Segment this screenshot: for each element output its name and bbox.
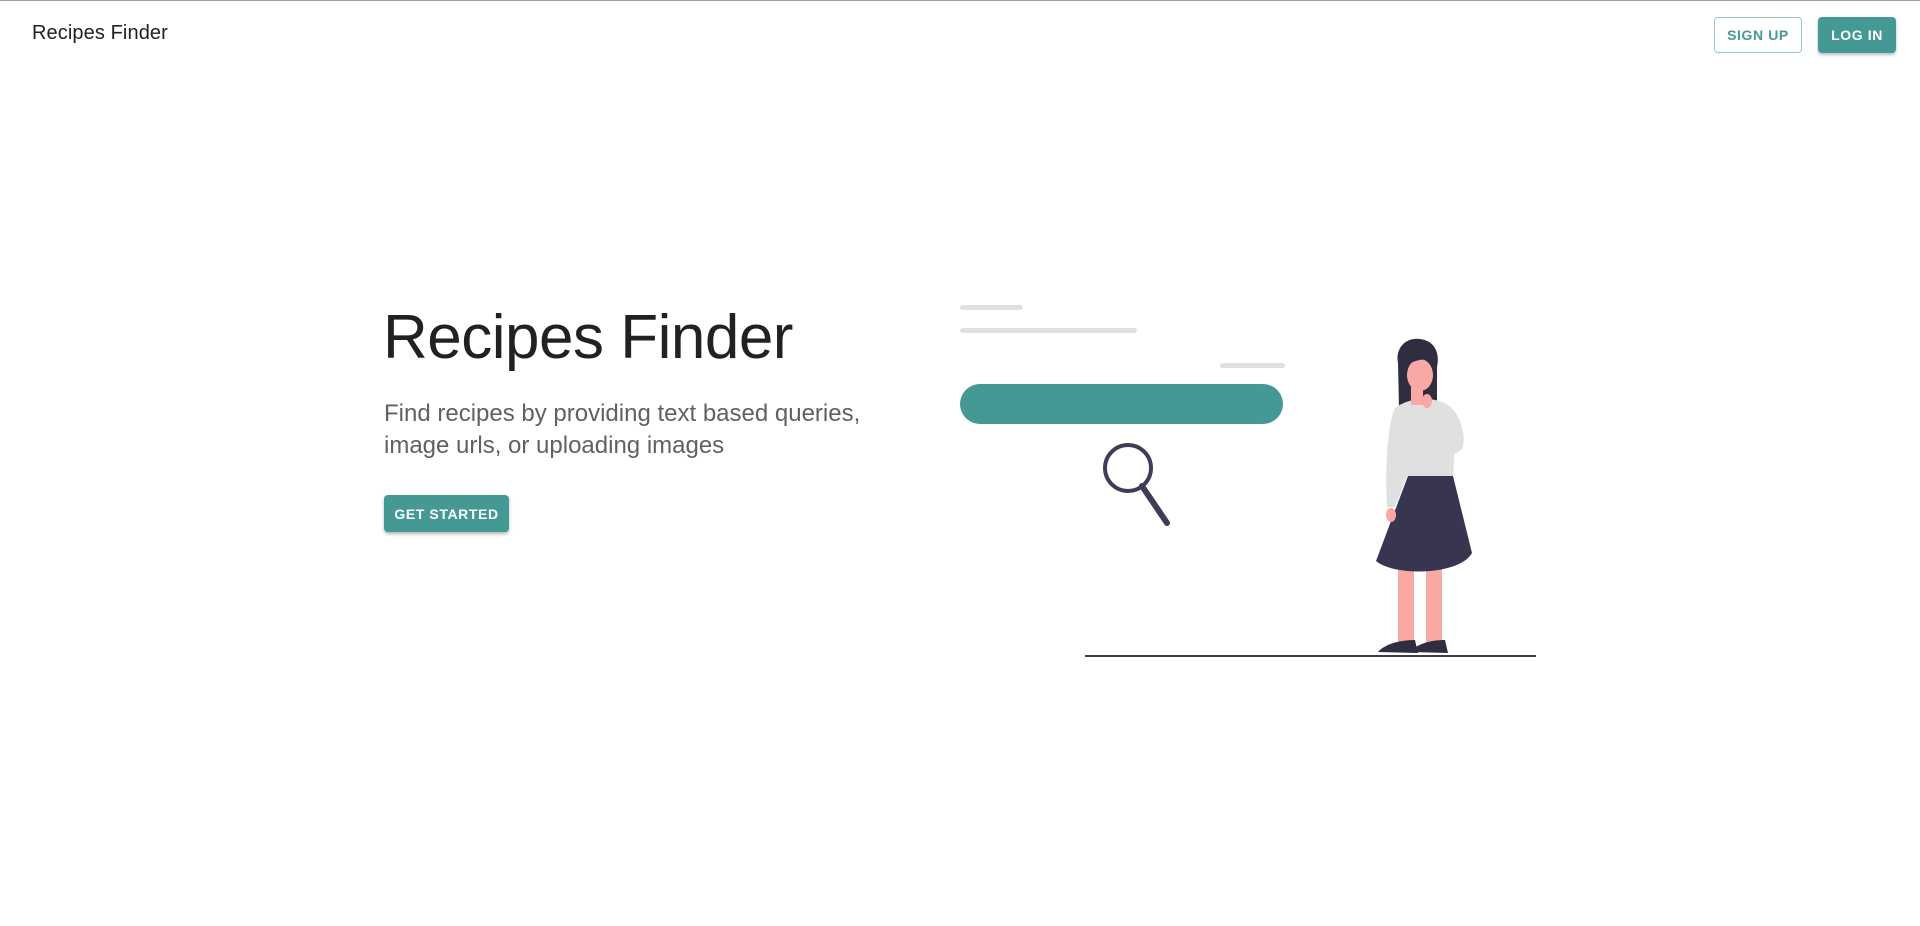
placeholder-line-long [960,328,1137,333]
placeholder-line-short [960,305,1023,310]
get-started-button[interactable]: GET STARTED [384,495,509,532]
hero-title: Recipes Finder [383,303,793,372]
log-in-button[interactable]: LOG IN [1818,17,1896,53]
magnifier-icon [1103,443,1170,526]
brand-title[interactable]: Recipes Finder [32,22,168,45]
search-bar-shape [960,384,1283,424]
placeholder-line-right [1220,363,1285,368]
search-person-illustration [960,305,1536,657]
hero-subtitle: Find recipes by providing text based que… [384,400,861,459]
sign-up-button[interactable]: SIGN UP [1714,17,1802,53]
app-bar: Recipes Finder SIGN UP LOG IN [0,0,1920,66]
person-figure [1376,338,1472,653]
